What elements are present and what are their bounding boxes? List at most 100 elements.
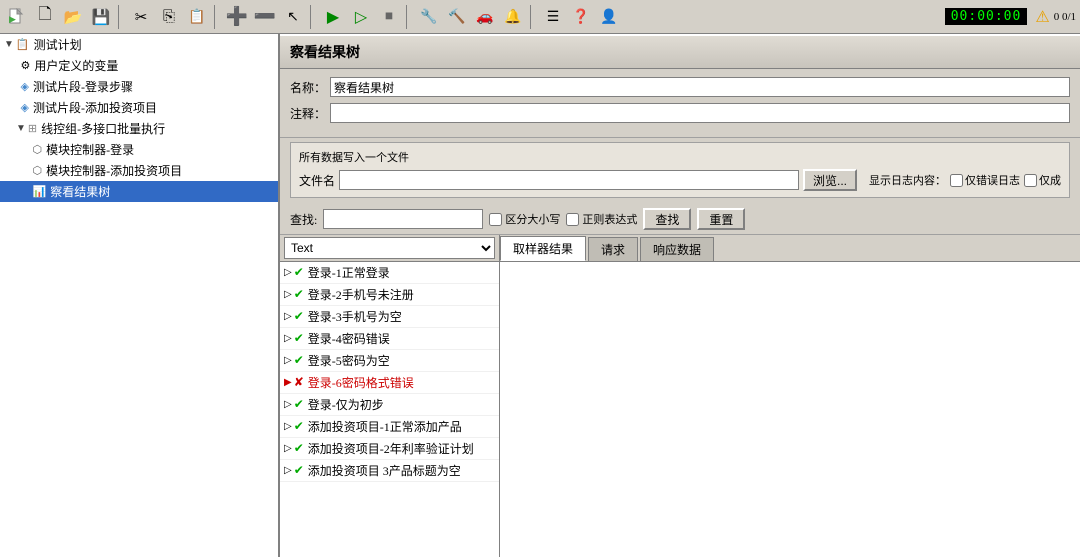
tool3-icon: 🚗 xyxy=(476,8,493,25)
new-file-button[interactable]: 🗋 xyxy=(32,4,58,30)
tree-label-result-tree: 察看结果树 xyxy=(50,183,110,200)
save-button[interactable]: 💾 xyxy=(88,4,114,30)
tool1-button[interactable]: 🔧 xyxy=(416,4,442,30)
status-err-icon: ✘ xyxy=(294,375,304,390)
tree-item-user-vars[interactable]: ⚙ 用户定义的变量 xyxy=(0,55,278,76)
comment-row: 注释： xyxy=(290,103,1070,123)
expand-icon-module-invest xyxy=(28,165,31,176)
stop-button[interactable]: ⏹ xyxy=(376,4,402,30)
expand-icon-module-login xyxy=(28,144,31,155)
tree-item-test-plan[interactable]: ▼ 📋 测试计划 xyxy=(0,34,278,55)
expand-icon-linecontrol: ▼ xyxy=(16,123,26,134)
only-error-checkbox[interactable] xyxy=(950,174,963,187)
result-item[interactable]: ▷ ✔ 添加投资项目 3产品标题为空 xyxy=(280,460,499,482)
tree-label-test-plan: 测试计划 xyxy=(34,36,82,53)
add-icon: ➕ xyxy=(226,6,248,27)
bell-icon: 🔔 xyxy=(504,8,521,25)
regex-checkbox[interactable] xyxy=(566,213,579,226)
expand-arrow: ▷ xyxy=(284,333,292,344)
copy-button[interactable]: ⎘ xyxy=(156,4,182,30)
tool3-button[interactable]: 🚗 xyxy=(472,4,498,30)
run-no-pause-button[interactable]: ▷ xyxy=(348,4,374,30)
tab-sample-results[interactable]: 取样器结果 xyxy=(500,236,586,261)
tree-label-module-login: 模块控制器-登录 xyxy=(46,141,134,158)
result-item-error[interactable]: ▶ ✘ 登录-6密码格式错误 xyxy=(280,372,499,394)
tool2-button[interactable]: 🔨 xyxy=(444,4,470,30)
open-button[interactable]: 📂 xyxy=(60,4,86,30)
status-ok-icon: ✔ xyxy=(294,287,304,302)
result-item-label: 添加投资项目 3产品标题为空 xyxy=(308,462,461,479)
expand-icon-test-plan: ▼ xyxy=(4,39,14,50)
result-item[interactable]: ▷ ✔ 登录-5密码为空 xyxy=(280,350,499,372)
tree-label-user-vars: 用户定义的变量 xyxy=(34,57,118,74)
tree-item-login-fragment[interactable]: ◈ 测试片段-登录步骤 xyxy=(0,76,278,97)
result-item[interactable]: ▷ ✔ 登录-1正常登录 xyxy=(280,262,499,284)
results-area: Text ▷ ✔ 登录-1正常登录 ▷ ✔ 登录-2手机号未注册 xyxy=(280,235,1080,557)
expand-arrow: ▶ xyxy=(284,377,292,388)
find-button[interactable]: 查找 xyxy=(643,208,691,230)
help-button[interactable]: ❓ xyxy=(568,4,594,30)
only-success-checkbox[interactable] xyxy=(1024,174,1037,187)
tree-item-module-login[interactable]: ⬡ 模块控制器-登录 xyxy=(0,139,278,160)
new-button[interactable]: ▶ xyxy=(4,4,30,30)
result-item-label: 登录-6密码格式错误 xyxy=(308,374,414,391)
add-button[interactable]: ➕ xyxy=(224,4,250,30)
comment-input[interactable] xyxy=(330,103,1070,123)
format-dropdown[interactable]: Text xyxy=(284,237,495,259)
file-section: 所有数据写入一个文件 文件名 浏览... 显示日志内容： 仅错误日志 仅成 xyxy=(290,142,1070,198)
case-sensitive-checkbox[interactable] xyxy=(489,213,502,226)
display-log-label: 显示日志内容： xyxy=(869,172,946,188)
search-section: 查找: 区分大小写 正则表达式 查找 重置 xyxy=(280,204,1080,235)
tree-item-invest-fragment[interactable]: ◈ 测试片段-添加投资项目 xyxy=(0,97,278,118)
tree-label-invest-fragment: 测试片段-添加投资项目 xyxy=(33,99,157,116)
right-panel: 察看结果树 名称： 注释： 所有数据写入一个文件 文件名 浏览... 显示日志内… xyxy=(280,34,1080,557)
tab-response-data[interactable]: 响应数据 xyxy=(640,237,714,261)
paste-button[interactable]: 📋 xyxy=(184,4,210,30)
save-icon: 💾 xyxy=(92,8,111,26)
name-input[interactable] xyxy=(330,77,1070,97)
remove-button[interactable]: ➖ xyxy=(252,4,278,30)
tree-item-result-tree[interactable]: 📊 察看结果树 xyxy=(0,181,278,202)
cut-button[interactable]: ✂ xyxy=(128,4,154,30)
file-input[interactable] xyxy=(339,170,799,190)
reset-button[interactable]: 重置 xyxy=(697,208,745,230)
expand-icon-invest-fragment xyxy=(16,102,19,113)
expand-arrow: ▷ xyxy=(284,443,292,454)
bell-button[interactable]: 🔔 xyxy=(500,4,526,30)
result-item[interactable]: ▷ ✔ 登录-3手机号为空 xyxy=(280,306,499,328)
status-ok-icon: ✔ xyxy=(294,419,304,434)
result-item-label: 登录-仅为初步 xyxy=(308,396,384,413)
status-ok-icon: ✔ xyxy=(294,441,304,456)
result-item[interactable]: ▷ ✔ 登录-2手机号未注册 xyxy=(280,284,499,306)
file-row: 文件名 浏览... 显示日志内容： 仅错误日志 仅成 xyxy=(299,169,1061,191)
toolbar-separator-3 xyxy=(310,5,316,29)
result-item-label: 登录-2手机号未注册 xyxy=(308,286,414,303)
name-label: 名称： xyxy=(290,79,330,96)
user-button[interactable]: 👤 xyxy=(596,4,622,30)
results-dropdown-header: Text xyxy=(280,235,499,262)
move-up-button[interactable]: ↖ xyxy=(280,4,306,30)
paste-icon: 📋 xyxy=(188,8,205,25)
expand-icon-result-tree xyxy=(28,186,31,197)
search-input[interactable] xyxy=(323,209,483,229)
move-up-icon: ↖ xyxy=(287,8,299,25)
result-item-label: 登录-3手机号为空 xyxy=(308,308,402,325)
tree-item-module-invest[interactable]: ⬡ 模块控制器-添加投资项目 xyxy=(0,160,278,181)
svg-text:▶: ▶ xyxy=(9,14,16,24)
tree-icon-login-fragment: ◈ xyxy=(21,80,29,93)
list-button[interactable]: ☰ xyxy=(540,4,566,30)
result-item[interactable]: ▷ ✔ 添加投资项目-1正常添加产品 xyxy=(280,416,499,438)
run-button[interactable]: ▶ xyxy=(320,4,346,30)
browse-button[interactable]: 浏览... xyxy=(803,169,857,191)
result-item[interactable]: ▷ ✔ 登录-仅为初步 xyxy=(280,394,499,416)
tree-item-linecontrol[interactable]: ▼ ⊞ 线控组-多接口批量执行 xyxy=(0,118,278,139)
result-item-label: 登录-1正常登录 xyxy=(308,264,390,281)
tool1-icon: 🔧 xyxy=(420,8,437,25)
tab-request[interactable]: 请求 xyxy=(588,237,638,261)
result-item[interactable]: ▷ ✔ 登录-4密码错误 xyxy=(280,328,499,350)
left-tree-panel: ▼ 📋 测试计划 ⚙ 用户定义的变量 ◈ 测试片段-登录步骤 ◈ 测试片段-添加… xyxy=(0,34,280,557)
file-label: 文件名 xyxy=(299,172,335,189)
result-item[interactable]: ▷ ✔ 添加投资项目-2年利率验证计划 xyxy=(280,438,499,460)
timer-display: 00:00:00 xyxy=(945,8,1028,25)
results-list: ▷ ✔ 登录-1正常登录 ▷ ✔ 登录-2手机号未注册 ▷ ✔ 登录-3手机号为… xyxy=(280,262,499,557)
